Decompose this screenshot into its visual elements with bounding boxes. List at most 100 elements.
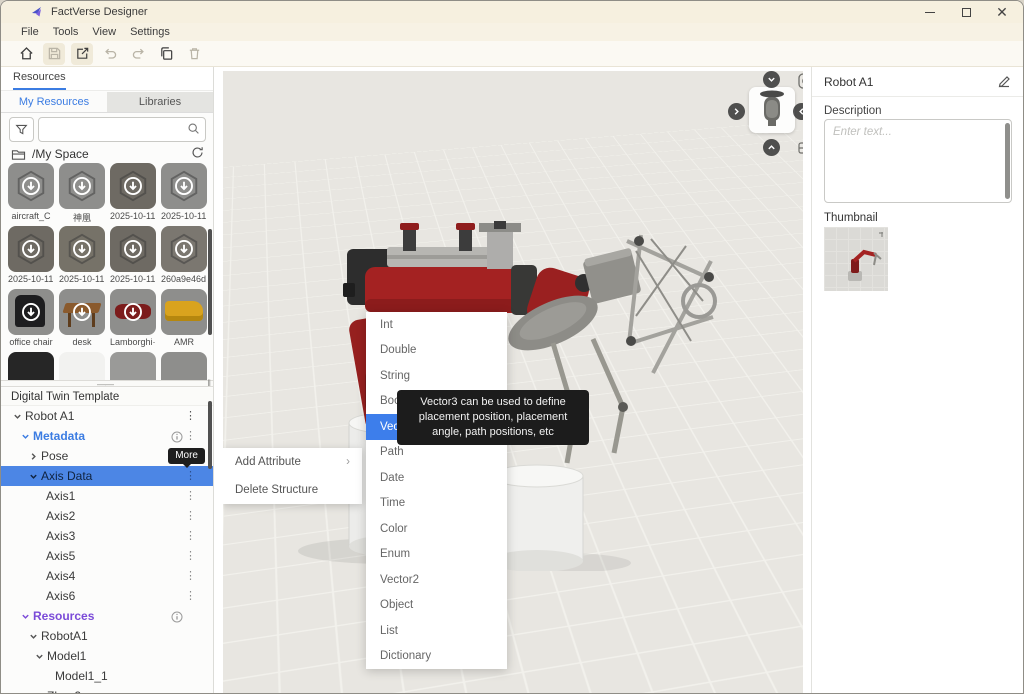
resource-thumbnail[interactable] [110,163,156,209]
resource-item[interactable]: aircraft_C [8,163,54,222]
maximize-button[interactable] [949,1,983,23]
tree-item-axis1[interactable]: Axis1⋮ [1,486,213,506]
menu-item-enum[interactable]: Enum [366,542,507,568]
info-icon[interactable] [171,610,183,622]
tree-item-model1[interactable]: Model1 [1,646,213,666]
resource-item[interactable]: 2025-10-11 ··· [59,226,105,285]
menu-settings[interactable]: Settings [130,26,170,38]
tree-item-axis4[interactable]: Axis4⋮ [1,566,213,586]
menu-item-date[interactable]: Date [366,465,507,491]
chevron-down-icon[interactable] [31,652,47,661]
edit-pencil-icon[interactable] [997,75,1011,89]
resource-item[interactable] [110,352,156,380]
resource-thumbnail[interactable] [161,163,207,209]
tree-item-axis-data[interactable]: Axis Data⋮ [1,466,213,486]
search-icon[interactable] [187,122,200,140]
tree-item-zhou2[interactable]: Zhou2 [1,686,213,694]
resource-thumbnail[interactable] [8,163,54,209]
tree-item-axis5[interactable]: Axis5⋮ [1,546,213,566]
resource-item[interactable]: 260a9e46d··· [161,226,207,285]
chevron-down-icon[interactable] [17,432,33,441]
resource-thumbnail[interactable] [8,226,54,272]
resource-item[interactable] [161,352,207,380]
panel-splitter[interactable]: ————‖ [1,380,213,387]
tree-item-resources[interactable]: Resources [1,606,213,626]
kebab-menu-icon[interactable]: ⋮ [185,509,196,522]
orbit-up-button[interactable] [763,71,780,88]
tree-item-robot-a1[interactable]: Robot A1⋮ [1,406,213,426]
resource-thumbnail[interactable] [59,352,105,380]
refresh-icon[interactable] [191,146,204,162]
orientation-cube[interactable] [749,87,795,133]
resource-item[interactable]: 2025-10-11 ··· [161,163,207,222]
tab-libraries[interactable]: Libraries [107,92,213,112]
orbit-left-button[interactable] [728,103,745,120]
kebab-menu-icon[interactable]: ⋮ [185,589,196,602]
home-icon[interactable] [15,43,37,65]
menu-item-object[interactable]: Object [366,593,507,619]
resource-thumbnail[interactable] [59,226,105,272]
textarea-scrollbar[interactable] [1005,123,1010,199]
menu-item-delete-structure[interactable]: Delete Structure [223,476,362,504]
kebab-menu-icon[interactable]: ⋮ [185,549,196,562]
menu-item-color[interactable]: Color [366,516,507,542]
tab-resources-panel[interactable]: Resources [13,71,66,90]
menu-item-int[interactable]: Int [366,312,507,338]
search-input[interactable] [38,117,206,142]
filter-button[interactable] [9,117,34,142]
tree-item-axis6[interactable]: Axis6⋮ [1,586,213,606]
resource-item[interactable] [59,352,105,380]
resource-thumbnail[interactable] [161,352,207,380]
chevron-down-icon[interactable] [25,632,41,641]
orbit-down-button[interactable] [763,139,780,156]
undo-icon[interactable] [99,43,121,65]
resource-thumbnail[interactable] [59,163,105,209]
tree-item-metadata[interactable]: Metadata⋮ [1,426,213,446]
menu-file[interactable]: File [21,26,39,38]
resource-thumbnail[interactable] [59,289,105,335]
resource-thumbnail[interactable] [8,289,54,335]
kebab-menu-icon[interactable]: ⋮ [185,429,196,442]
minimize-button[interactable] [913,1,947,23]
resource-item[interactable]: 2025-10-11 ··· [110,163,156,222]
description-input[interactable] [824,119,1012,203]
tree-scrollbar[interactable] [208,401,212,469]
kebab-menu-icon[interactable]: ⋮ [185,469,196,482]
info-icon[interactable] [171,430,183,442]
export-icon[interactable] [71,43,93,65]
orbit-right-button[interactable] [793,103,803,120]
tree-item-axis3[interactable]: Axis3⋮ [1,526,213,546]
menu-item-string[interactable]: String [366,363,507,389]
resource-thumbnail[interactable] [161,226,207,272]
close-button[interactable]: ✕ [985,1,1019,23]
menu-tools[interactable]: Tools [53,26,79,38]
delete-icon[interactable] [183,43,205,65]
chevron-down-icon[interactable] [17,612,33,621]
menu-view[interactable]: View [92,26,116,38]
tree-item-model1-1[interactable]: Model1_1 [1,666,213,686]
camera-view-icon[interactable] [797,72,803,90]
tree-item-axis2[interactable]: Axis2⋮ [1,506,213,526]
chevron-down-icon[interactable] [9,412,25,421]
resource-thumbnail[interactable] [110,226,156,272]
redo-icon[interactable] [127,43,149,65]
resource-item[interactable] [8,352,54,380]
resource-item[interactable]: office chair [8,289,54,348]
resource-thumbnail[interactable] [110,352,156,380]
resource-item[interactable]: 2025-10-11 ··· [110,226,156,285]
kebab-menu-icon[interactable]: ⋮ [185,489,196,502]
resource-thumbnail[interactable] [161,289,207,335]
resource-item[interactable]: 神凰 [59,163,105,222]
resource-item[interactable]: AMR [161,289,207,348]
resource-item[interactable]: Lamborghi··· [110,289,156,348]
resource-item[interactable]: 2025-10-11 ··· [8,226,54,285]
duplicate-icon[interactable] [155,43,177,65]
resource-thumbnail[interactable] [8,352,54,380]
kebab-menu-icon[interactable]: ⋮ [185,569,196,582]
kebab-menu-icon[interactable]: ⋮ [185,409,196,422]
save-icon[interactable] [43,43,65,65]
grid-scrollbar[interactable] [208,229,212,335]
menu-item-double[interactable]: Double [366,338,507,364]
thumbnail-preview[interactable] [824,227,888,291]
menu-item-vector2[interactable]: Vector2 [366,567,507,593]
